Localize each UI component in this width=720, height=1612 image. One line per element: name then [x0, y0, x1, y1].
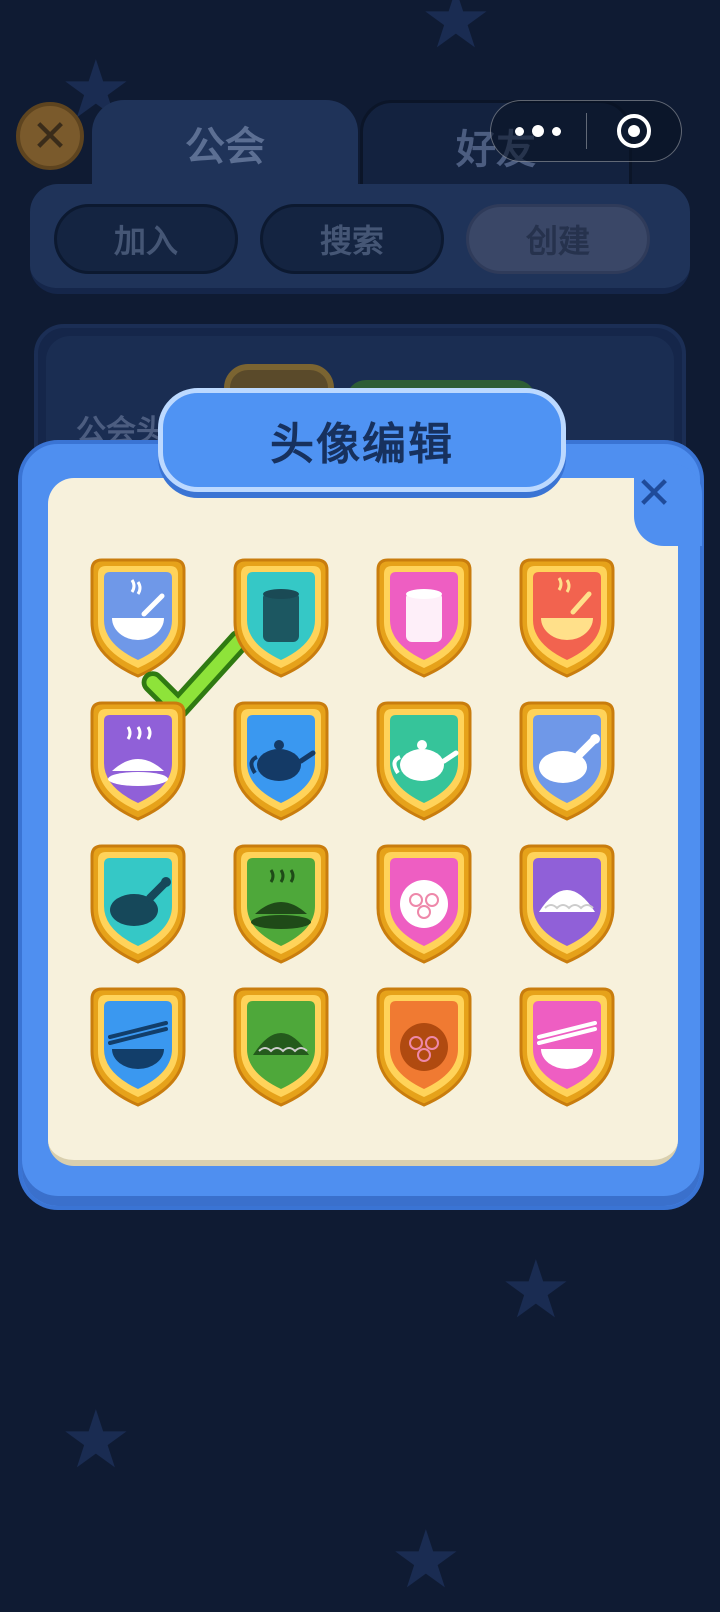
- avatar-option[interactable]: [225, 985, 337, 1109]
- avatar-option[interactable]: [368, 842, 480, 966]
- close-icon[interactable]: ✕: [630, 470, 678, 518]
- guild-action-bar: 加入 搜索 创建: [30, 184, 690, 294]
- avatar-grid: [82, 556, 638, 1116]
- avatar-option[interactable]: [511, 556, 623, 680]
- cup-icon: [406, 589, 442, 642]
- tab-guild[interactable]: 公会: [92, 100, 358, 190]
- background-star: ★: [390, 1513, 462, 1606]
- avatar-option[interactable]: [368, 699, 480, 823]
- avatar-option[interactable]: [82, 556, 251, 720]
- background-star: ★: [60, 1393, 132, 1486]
- avatar-option[interactable]: [511, 699, 623, 823]
- close-miniprogram-icon[interactable]: [586, 114, 681, 148]
- button-label: 搜索: [319, 222, 384, 260]
- background-star: ★: [420, 0, 492, 66]
- button-label: 加入: [113, 222, 178, 260]
- miniprogram-capsule: [490, 100, 682, 162]
- avatar-option[interactable]: [82, 842, 194, 966]
- avatar-option[interactable]: [368, 985, 480, 1109]
- search-button[interactable]: 搜索: [260, 204, 444, 274]
- more-icon[interactable]: [491, 125, 586, 137]
- background-star: ★: [500, 1243, 572, 1336]
- close-icon: ✕: [31, 110, 69, 162]
- avatar-option[interactable]: [511, 842, 623, 966]
- avatar-option[interactable]: [225, 842, 337, 966]
- dialog-title: 头像编辑: [270, 419, 454, 470]
- avatar-option[interactable]: [225, 556, 337, 680]
- create-button[interactable]: 创建: [466, 204, 650, 274]
- avatar-option[interactable]: [82, 985, 194, 1109]
- steamed-bun-icon: [400, 880, 448, 928]
- avatar-option[interactable]: [368, 556, 480, 680]
- steamed-bun-icon: [400, 1023, 448, 1071]
- dialog-title-banner: 头像编辑: [158, 388, 566, 492]
- cup-icon: [263, 589, 299, 642]
- tab-label: 公会: [185, 124, 265, 170]
- avatar-option[interactable]: [225, 699, 337, 823]
- back-close-button[interactable]: ✕: [16, 102, 84, 170]
- avatar-option[interactable]: [511, 985, 623, 1109]
- button-label: 创建: [525, 222, 590, 260]
- avatar-option[interactable]: [82, 699, 194, 823]
- join-button[interactable]: 加入: [54, 204, 238, 274]
